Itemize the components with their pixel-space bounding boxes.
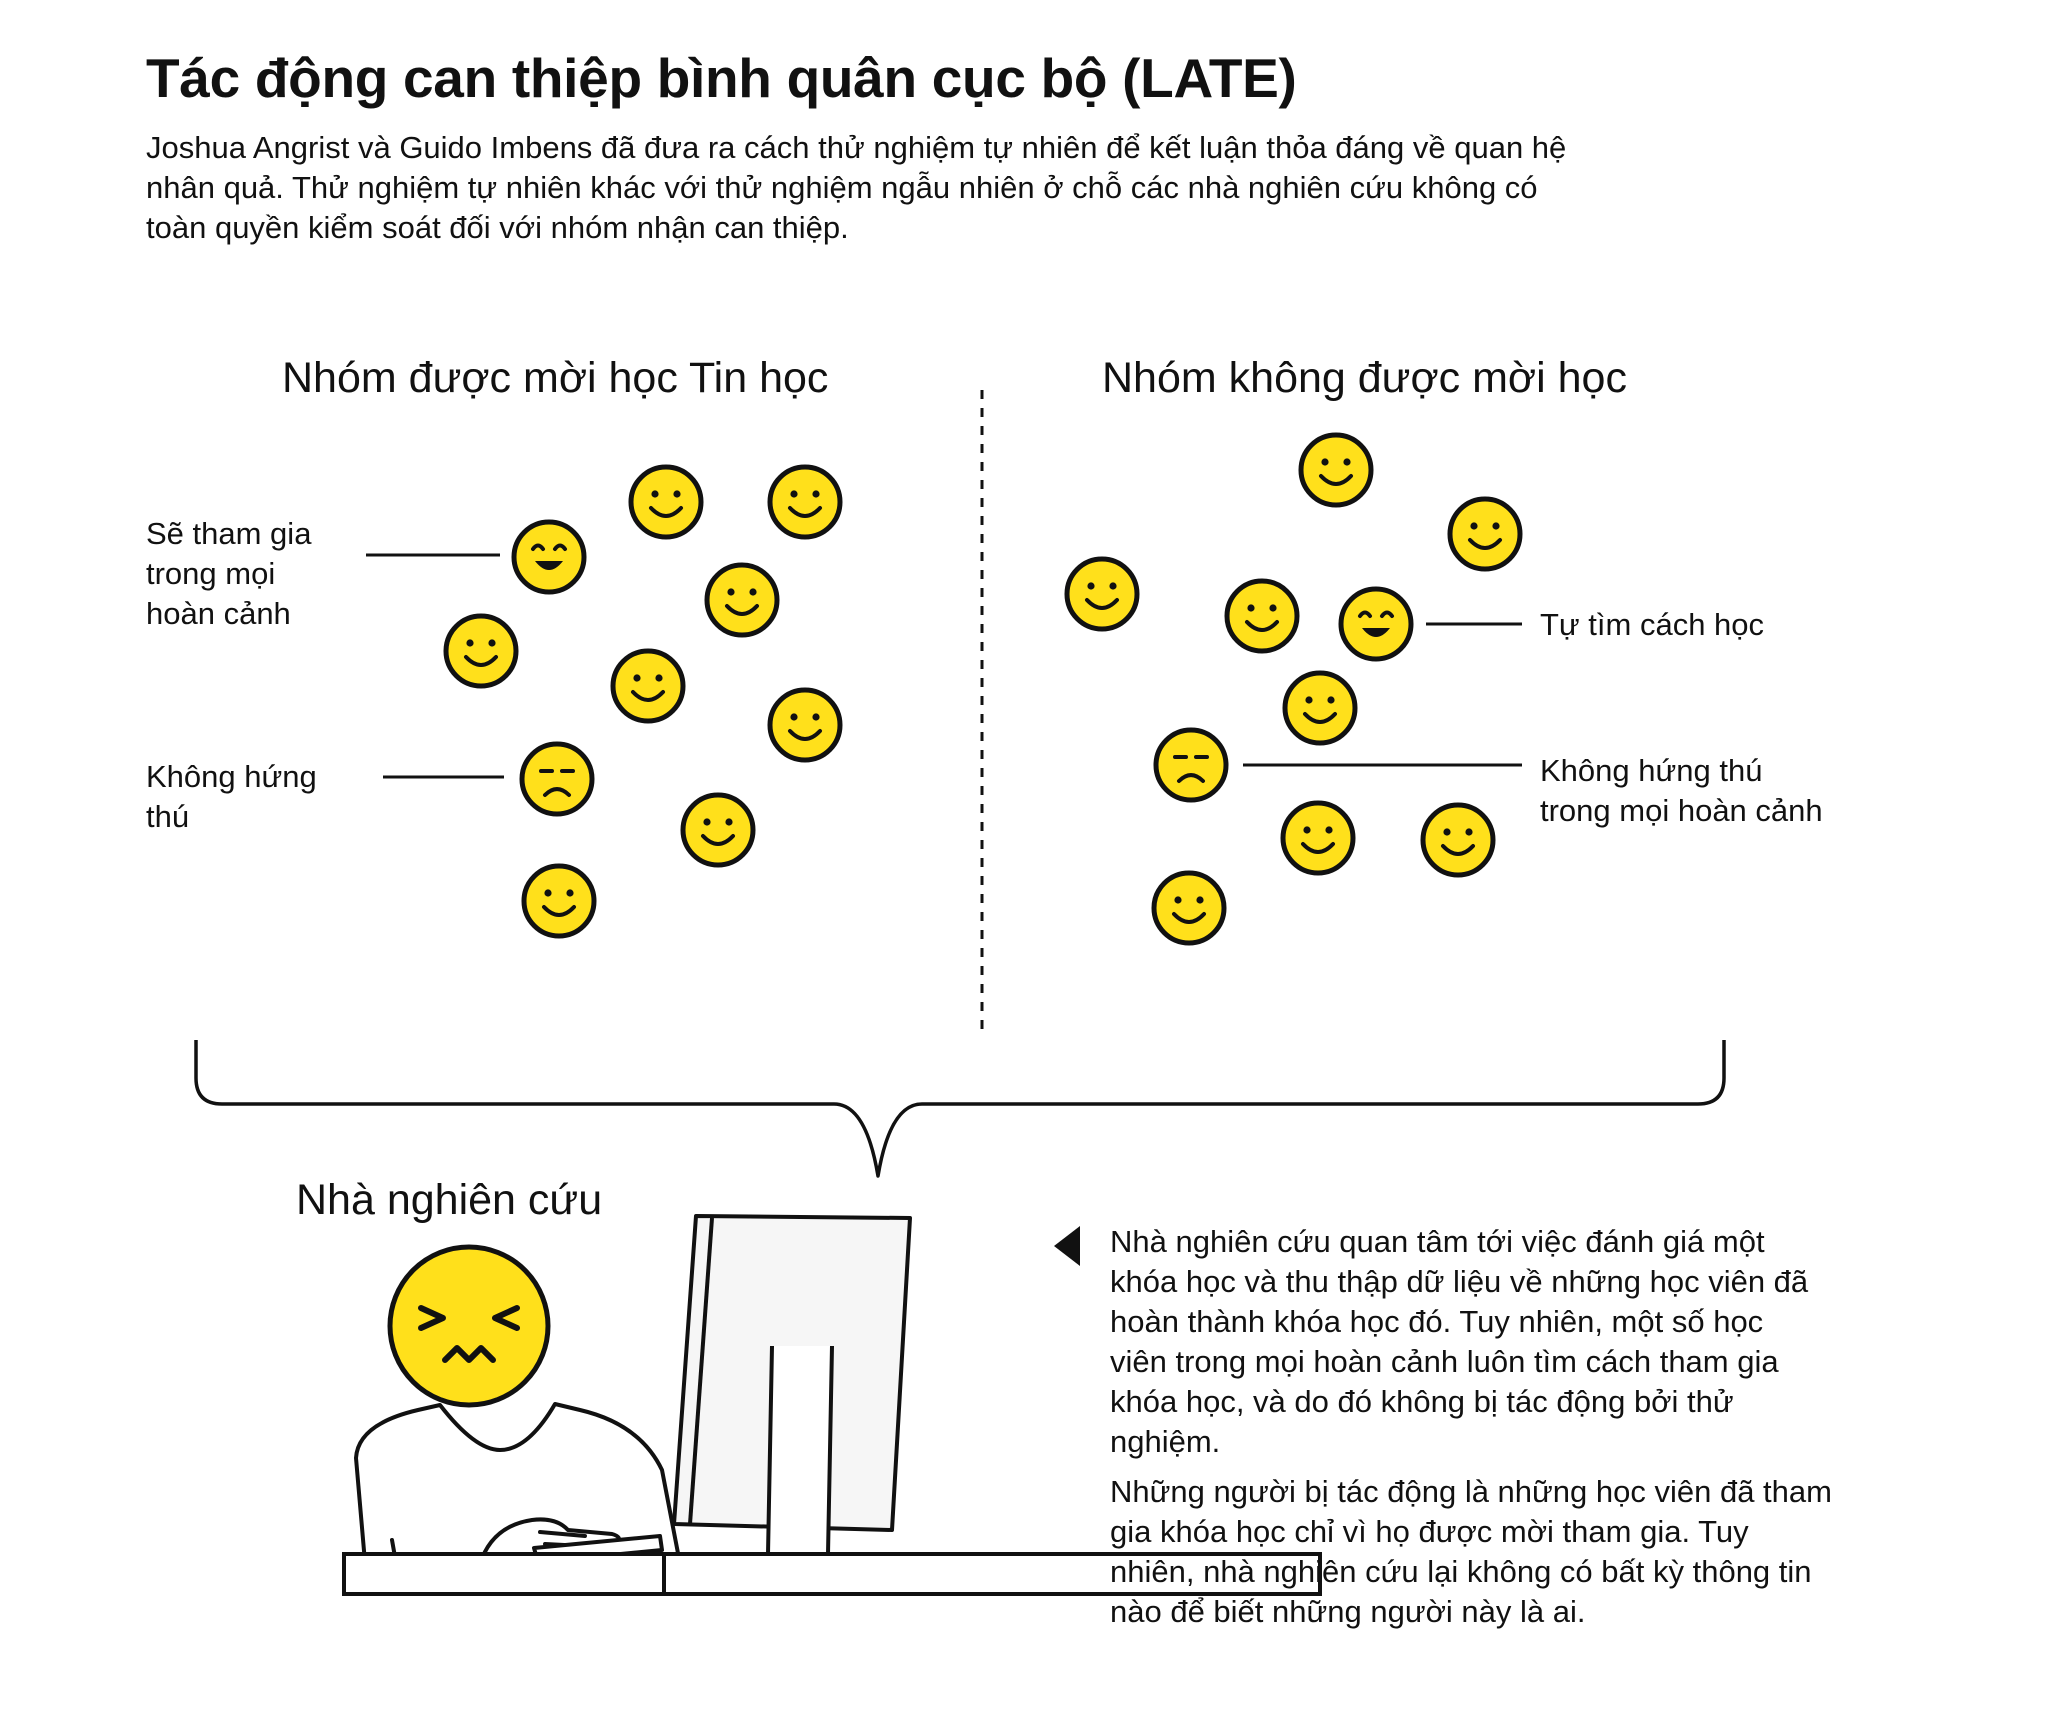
label-line: trong mọi — [146, 556, 276, 591]
label-line: Không hứng — [146, 759, 317, 794]
smiley-face-icon — [1298, 432, 1374, 508]
label-line: thú — [146, 799, 190, 834]
label-not-interested-invited: Không hứng thú — [146, 757, 317, 837]
bracket-pointer — [194, 1040, 1726, 1178]
frustrated-face-icon — [387, 1244, 551, 1408]
label-self-learn: Tự tìm cách học — [1540, 607, 1765, 642]
unhappy-face-icon — [1153, 727, 1229, 803]
label-not-interested-always: Không hứng thú trong mọi hoàn cảnh — [1540, 751, 1823, 831]
description-paragraph: Những người bị tác động là những học viê… — [1110, 1472, 1970, 1632]
smiley-face-icon — [1280, 800, 1356, 876]
smiley-face-icon — [767, 687, 843, 763]
monitor-stand — [766, 1345, 834, 1556]
description-line: viên trong mọi hoàn cảnh luôn tìm cách t… — [1110, 1344, 1779, 1379]
smiley-face-icon — [521, 863, 597, 939]
smiley-face-icon — [1064, 556, 1140, 632]
smiley-face-icon — [1282, 670, 1358, 746]
description-line: Những người bị tác động là những học viê… — [1110, 1474, 1832, 1509]
triangle-pointer-icon — [1054, 1226, 1080, 1266]
smiley-face-icon — [610, 648, 686, 724]
grinning-face-icon — [511, 519, 587, 595]
group-heading-invited: Nhóm được mời học Tin học — [282, 354, 829, 402]
smiley-face-icon — [680, 792, 756, 868]
description-paragraph: Nhà nghiên cứu quan tâm tới việc đánh gi… — [1110, 1222, 1970, 1462]
description-line: nghiệm. — [1110, 1424, 1221, 1459]
description-line: hoàn thành khóa học đó. Tuy nhiên, một s… — [1110, 1304, 1764, 1339]
smiley-face-icon — [1447, 496, 1523, 572]
label-line: Sẽ tham gia — [146, 516, 312, 551]
description-line: khóa học và thu thập dữ liệu về những họ… — [1110, 1264, 1809, 1299]
computer-monitor — [672, 1214, 912, 1556]
description-line: nhiên, nhà nghiên cứu lại không có bất k… — [1110, 1554, 1812, 1589]
grinning-face-icon — [1338, 586, 1414, 662]
description-line: Nhà nghiên cứu quan tâm tới việc đánh gi… — [1110, 1224, 1765, 1259]
label-line: Không hứng thú — [1540, 753, 1763, 788]
label-line: trong mọi hoàn cảnh — [1540, 793, 1823, 828]
label-will-join-always: Sẽ tham gia trong mọi hoàn cảnh — [146, 514, 311, 634]
researcher-label: Nhà nghiên cứu — [296, 1176, 603, 1224]
description-text: Nhà nghiên cứu quan tâm tới việc đánh gi… — [1110, 1222, 1970, 1632]
group-heading-not-invited: Nhóm không được mời học — [1102, 354, 1627, 402]
description-line: khóa học, và do đó không bị tác động bởi… — [1110, 1384, 1734, 1419]
smiley-face-icon — [767, 464, 843, 540]
smiley-face-icon — [443, 613, 519, 689]
smiley-face-icon — [1151, 870, 1227, 946]
label-line: hoàn cảnh — [146, 596, 291, 631]
smiley-face-icon — [1420, 802, 1496, 878]
description-line: nào để biết những người này là ai. — [1110, 1594, 1586, 1629]
unhappy-face-icon — [519, 741, 595, 817]
description-line: gia khóa học chỉ vì họ được mời tham gia… — [1110, 1514, 1749, 1549]
smiley-face-icon — [1224, 578, 1300, 654]
smiley-face-icon — [704, 562, 780, 638]
smiley-face-icon — [628, 464, 704, 540]
